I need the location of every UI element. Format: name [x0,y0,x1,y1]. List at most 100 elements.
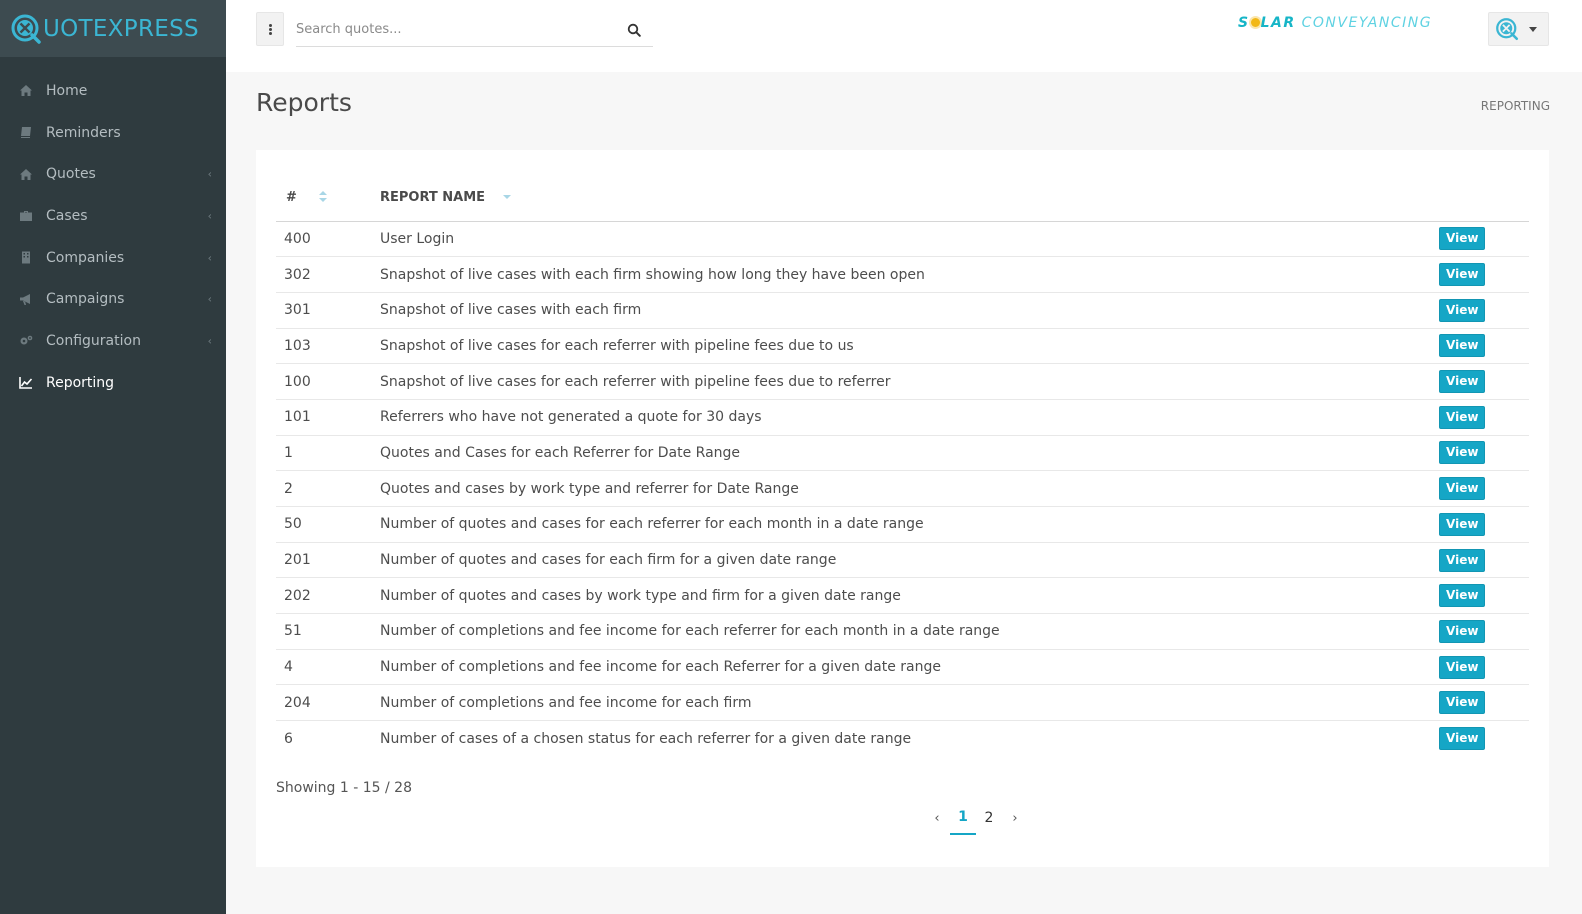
search-icon[interactable] [627,23,641,37]
table-row: 302 Snapshot of live cases with each firm… [276,256,1529,293]
column-header-actions [1439,174,1529,222]
table-row: 301 Snapshot of live cases with each firm… [276,292,1529,329]
report-name: Quotes and Cases for each Referrer for D… [372,435,1439,472]
chevron-left-icon: ‹ [207,292,212,306]
table-row: 204 Number of completions and fee income … [276,684,1529,722]
home-icon [18,84,34,98]
view-report-button[interactable]: View [1439,227,1486,251]
pagination-page[interactable]: 1 [950,801,976,835]
sidebar-item-quotes[interactable]: Quotes ‹ [0,153,226,195]
report-id: 4 [276,649,372,686]
sidebar-item-reporting[interactable]: Reporting [0,362,226,404]
menu-toggle-button[interactable] [256,12,284,46]
pagination-page[interactable]: 2 [976,801,1002,835]
line-chart-icon [18,376,34,390]
sort-icon [318,191,327,203]
report-name: Number of quotes and cases for each refe… [372,506,1439,543]
report-actions: View [1439,363,1529,400]
company-logo: S LAR CONVEYANCING [1238,15,1433,31]
report-id: 302 [276,256,372,293]
topbar: SLARCONVEYANCING [226,0,1582,72]
report-name: Referrers who have not generated a quote… [372,399,1439,436]
table-row: 103 Snapshot of live cases for each refer… [276,328,1529,365]
report-id: 103 [276,328,372,365]
pagination-next-icon[interactable]: › [1002,801,1028,835]
page-title: Reports [256,88,352,117]
brand-name: UOTEXPRESS [43,15,199,42]
view-report-button[interactable]: View [1439,727,1486,751]
table-row: 1 Quotes and Cases for each Referrer for … [276,435,1529,472]
sun-icon [1250,18,1260,27]
chevron-left-icon: ‹ [207,209,212,223]
pagination-prev-icon[interactable]: ‹ [924,801,950,835]
report-id: 101 [276,399,372,436]
report-name: Quotes and cases by work type and referr… [372,470,1439,507]
chevron-left-icon: ‹ [207,167,212,181]
sidebar-item-label: Cases [46,207,88,224]
sidebar-item-configuration[interactable]: Configuration ‹ [0,320,226,362]
search-input[interactable] [296,14,616,44]
table-row: 51 Number of completions and fee income f… [276,613,1529,650]
view-report-button[interactable]: View [1439,619,1486,643]
sort-desc-icon [503,195,512,200]
view-report-button[interactable]: View [1439,370,1486,394]
report-id: 2 [276,470,372,507]
home-icon [18,167,34,181]
table-row: 201 Number of quotes and cases for each f… [276,542,1529,579]
report-id: 202 [276,577,372,615]
report-name: Number of completions and fee income for… [372,649,1439,686]
view-report-button[interactable]: View [1439,512,1486,536]
report-name: Number of quotes and cases for each firm… [372,542,1439,579]
reports-table: # REPORT NAME 400 User Login View 302 Snapsh… [276,174,1529,756]
sidebar-item-label: Home [46,82,88,99]
view-report-button[interactable]: View [1439,263,1486,287]
report-name: Snapshot of live cases for each referrer… [372,328,1439,365]
caret-down-icon [1529,26,1537,32]
column-header-id[interactable]: # [276,174,372,222]
view-report-button[interactable]: View [1439,298,1486,322]
view-report-button[interactable]: View [1439,691,1486,715]
user-avatar-icon [1496,18,1519,41]
report-name: Snapshot of live cases with each firm [372,292,1439,329]
view-report-button[interactable]: View [1439,405,1486,429]
gears-icon [18,334,34,348]
report-name: Number of quotes and cases by work type … [372,577,1439,615]
report-actions: View [1439,328,1529,365]
view-report-button[interactable]: View [1439,548,1486,572]
brand-logo[interactable]: UOTEXPRESS [0,0,226,57]
sidebar-item-label: Configuration [46,332,141,349]
sidebar-item-campaigns[interactable]: Campaigns ‹ [0,278,226,320]
sidebar-item-cases[interactable]: Cases ‹ [0,195,226,237]
sidebar-item-label: Reporting [46,374,115,391]
sidebar-item-home[interactable]: Home [0,70,226,112]
view-report-button[interactable]: View [1439,477,1486,501]
sidebar-item-reminders[interactable]: Reminders [0,112,226,154]
report-id: 201 [276,542,372,579]
report-actions: View [1439,399,1529,436]
report-actions: View [1439,613,1529,650]
table-row: 400 User Login View [276,221,1529,258]
sidebar-item-companies[interactable]: Companies ‹ [0,237,226,279]
report-actions: View [1439,684,1529,722]
sidebar-item-label: Quotes [46,166,96,183]
report-id: 51 [276,613,372,650]
table-row: 2 Quotes and cases by work type and refer… [276,470,1529,507]
reports-table-body: 400 User Login View 302 Snapshot of live cas… [276,221,1529,756]
table-row: 101 Referrers who have not generated a qu… [276,399,1529,436]
megaphone-icon [18,292,34,306]
report-actions: View [1439,292,1529,329]
table-row: 202 Number of quotes and cases by work ty… [276,577,1529,615]
quotexpress-logo-icon [11,14,41,44]
view-report-button[interactable]: View [1439,655,1486,679]
table-row: 100 Snapshot of live cases for each refer… [276,363,1529,400]
view-report-button[interactable]: View [1439,334,1486,358]
report-id: 6 [284,730,293,747]
report-name: User Login [372,221,1439,258]
view-report-button[interactable]: View [1439,441,1486,465]
pagination: ‹ 1 2 › [924,801,1028,835]
column-header-report-name[interactable]: REPORT NAME [372,174,1439,222]
table-row: 6 Number of cases of a chosen status for … [276,721,1529,757]
book-icon [18,126,34,140]
view-report-button[interactable]: View [1439,584,1486,608]
user-menu-button[interactable] [1488,12,1549,46]
